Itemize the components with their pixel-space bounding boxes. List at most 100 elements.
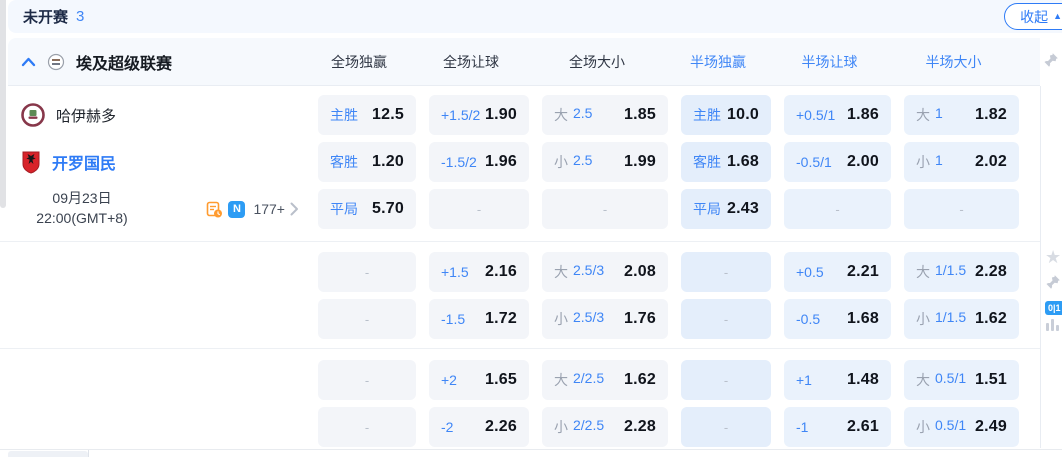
odds-cell[interactable]: +21.65 xyxy=(429,360,529,400)
odds-label: +0.5/1 xyxy=(796,107,835,123)
odds-cell[interactable]: +0.5/1 1.86 xyxy=(784,95,891,135)
odds-value: 12.5 xyxy=(372,106,404,124)
odds-table: 哈伊赫多 开罗国民 09月23日 22:00(GMT+8) xyxy=(0,86,1040,457)
rail-divider xyxy=(1040,86,1041,448)
column-header-2: 全场让球 xyxy=(421,52,521,72)
match-date: 09月23日 xyxy=(12,189,152,209)
score-badge[interactable]: 0|1 xyxy=(1045,298,1062,316)
odds-label: 小2/2.5 xyxy=(554,417,604,437)
odds-cell[interactable]: +0.5 2.21 xyxy=(784,252,891,292)
league-title-group[interactable]: 埃及超级联赛 xyxy=(8,50,297,74)
odds-cell[interactable]: 小2/2.52.28 xyxy=(542,407,668,447)
odds-value: 2.21 xyxy=(847,263,879,281)
odds-value: 1.85 xyxy=(624,106,656,124)
odds-value: 1.86 xyxy=(847,106,879,124)
odds-value: 2.49 xyxy=(975,418,1007,436)
column-header-5: 半场让球 xyxy=(776,52,883,72)
odds-cell[interactable]: 小2.51.99 xyxy=(542,142,668,182)
stats-history-icon[interactable] xyxy=(206,201,223,218)
odds-value: 2.16 xyxy=(485,263,517,281)
odds-cell[interactable]: -12.61 xyxy=(784,407,891,447)
home-team-row[interactable]: 哈伊赫多 xyxy=(8,95,305,135)
status-bar: 未开赛 3 收起 ▲ xyxy=(8,0,1062,33)
home-team-crest-icon xyxy=(21,103,45,127)
odds-line: 1 xyxy=(935,152,943,172)
odds-line: +0.5/1 xyxy=(796,107,835,123)
odds-label: 大2/2.5 xyxy=(554,370,604,390)
odds-cell[interactable]: 平局2.43 xyxy=(681,189,771,229)
column-header-3: 全场大小 xyxy=(534,52,660,72)
odds-line: 2/2.5 xyxy=(573,417,604,437)
odds-cell[interactable]: 平局 5.70 xyxy=(318,189,416,229)
odds-value: 2.28 xyxy=(975,263,1007,281)
odds-value: 5.70 xyxy=(372,200,404,218)
odds-cell[interactable]: -0.51.68 xyxy=(784,299,891,339)
odds-cell[interactable]: 客胜 1.20 xyxy=(318,142,416,182)
favorite-star-icon[interactable]: ★ xyxy=(1045,248,1061,268)
odds-line: 2/2.5 xyxy=(573,370,604,390)
odds-label: 平局 xyxy=(330,199,358,219)
column-header-1: 全场独赢 xyxy=(310,52,408,72)
odds-label: 大2.5 xyxy=(554,105,592,125)
odds-cell[interactable]: 大2.5/32.08 xyxy=(542,252,668,292)
chevron-up-icon[interactable] xyxy=(21,57,36,67)
odds-value: 1.72 xyxy=(485,310,517,328)
odds-label: 小1 xyxy=(916,152,943,172)
odds-line: 主胜 xyxy=(693,105,721,125)
bar-chart-icon[interactable] xyxy=(1045,318,1061,332)
news-badge-icon[interactable]: N xyxy=(228,201,245,218)
collapse-button-label: 收起 xyxy=(1020,7,1048,27)
empty-placeholder: - xyxy=(959,202,963,217)
odds-label: 大0.5/1 xyxy=(916,370,966,390)
odds-cell[interactable]: +11.48 xyxy=(784,360,891,400)
odds-cell[interactable]: +1.52.16 xyxy=(429,252,529,292)
odds-cell-empty: - xyxy=(681,252,771,292)
odds-cell[interactable]: -22.26 xyxy=(429,407,529,447)
odds-cell[interactable]: -1.51.72 xyxy=(429,299,529,339)
odds-value: 1.76 xyxy=(624,310,656,328)
odds-cell[interactable]: 大2.5 1.85 xyxy=(542,95,668,135)
empty-placeholder: - xyxy=(477,202,481,217)
odds-block-main: 哈伊赫多 开罗国民 09月23日 22:00(GMT+8) xyxy=(0,86,1040,242)
league-header: 埃及超级联赛 全场独赢全场让球全场大小半场独赢半场让球半场大小 xyxy=(8,38,1040,86)
odds-line: -2 xyxy=(441,419,453,435)
odds-cell-empty: - xyxy=(681,407,771,447)
match-extras[interactable]: N 177+ xyxy=(206,201,305,218)
odds-cell[interactable]: 小0.5/12.49 xyxy=(904,407,1019,447)
odds-value: 1.20 xyxy=(372,153,404,171)
odds-cell[interactable]: 客胜1.68 xyxy=(681,142,771,182)
over-under-prefix: 大 xyxy=(554,370,568,390)
odds-cell[interactable]: 主胜10.0 xyxy=(681,95,771,135)
odds-line: 1/1.5 xyxy=(935,262,966,282)
empty-placeholder: - xyxy=(365,420,369,435)
odds-cell[interactable]: +1.5/21.90 xyxy=(429,95,529,135)
collapse-button[interactable]: 收起 ▲ xyxy=(1004,3,1062,30)
empty-placeholder: - xyxy=(724,373,728,388)
pin-icon[interactable] xyxy=(1043,52,1059,68)
chevron-right-icon[interactable] xyxy=(290,202,299,216)
pin-match-icon[interactable] xyxy=(1045,274,1061,290)
over-under-prefix: 小 xyxy=(916,309,930,329)
odds-cell[interactable]: -0.5/12.00 xyxy=(784,142,891,182)
empty-placeholder: - xyxy=(724,312,728,327)
odds-cell[interactable]: 大1/1.52.28 xyxy=(904,252,1019,292)
odds-cell[interactable]: 主胜12.5 xyxy=(318,95,416,135)
over-under-prefix: 大 xyxy=(554,262,568,282)
odds-cell[interactable]: -1.5/21.96 xyxy=(429,142,529,182)
odds-block-alt-2: -+21.65大2/2.51.62-+11.48大0.5/11.51--22.2… xyxy=(0,349,1040,457)
next-row-divider xyxy=(88,450,89,457)
odds-cell[interactable]: 小2.5/3 1.76 xyxy=(542,299,668,339)
odds-cell[interactable]: 大0.5/11.51 xyxy=(904,360,1019,400)
odds-label: 客胜 xyxy=(330,152,358,172)
away-team-row[interactable]: 开罗国民 xyxy=(8,142,305,182)
odds-value: 2.00 xyxy=(847,153,879,171)
odds-cell[interactable]: 小1/1.51.62 xyxy=(904,299,1019,339)
odds-cell[interactable]: 小12.02 xyxy=(904,142,1019,182)
odds-cell[interactable]: 大2/2.51.62 xyxy=(542,360,668,400)
odds-label: 小2.5/3 xyxy=(554,309,604,329)
odds-line: +0.5 xyxy=(796,264,824,280)
odds-cell-empty: - xyxy=(318,407,416,447)
odds-cell[interactable]: 大11.82 xyxy=(904,95,1019,135)
odds-line: 1/1.5 xyxy=(935,309,966,329)
odds-line: 1 xyxy=(935,105,943,125)
